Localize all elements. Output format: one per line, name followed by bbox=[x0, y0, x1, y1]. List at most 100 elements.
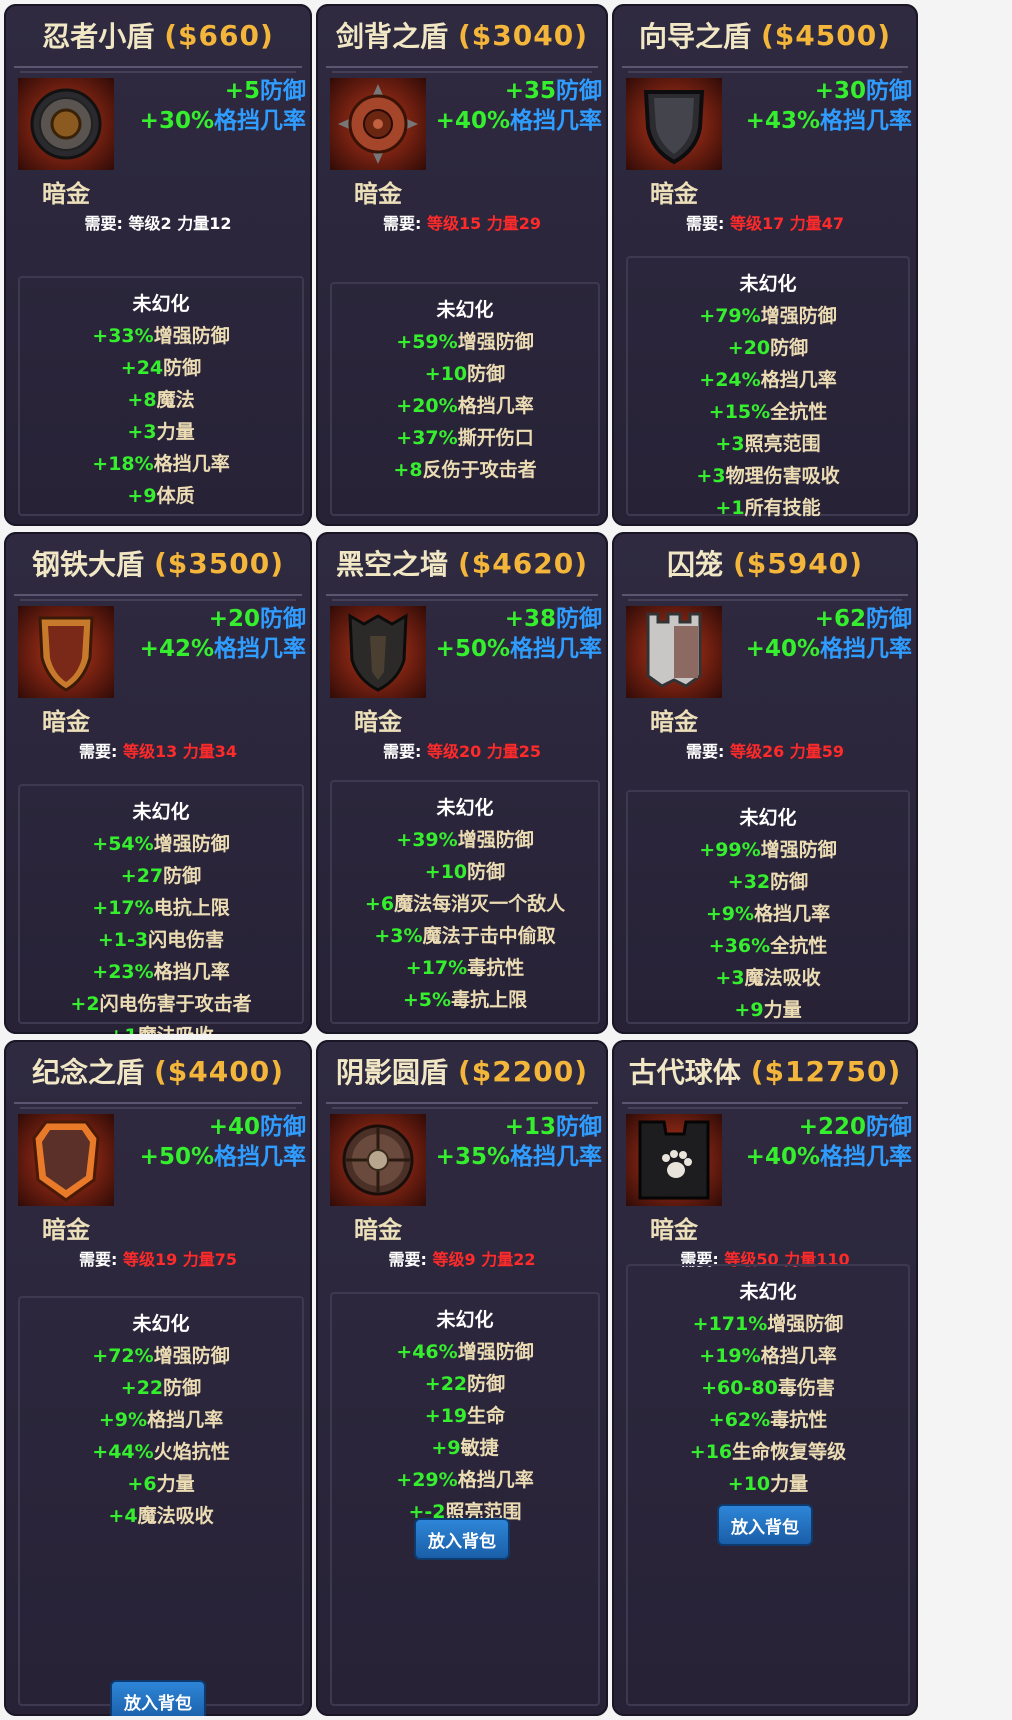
affix-header: 未幻化 bbox=[739, 1281, 797, 1303]
main-stats: +40防御 +50%格挡几率 bbox=[140, 1112, 306, 1172]
spiked-round-shield-icon[interactable] bbox=[330, 78, 426, 170]
red-kite-shield-icon[interactable] bbox=[18, 606, 114, 698]
item-price: ($2200) bbox=[458, 1054, 589, 1088]
affix-line: +59%增强防御 bbox=[332, 326, 598, 358]
requirement-value: 等级15 力量29 bbox=[426, 214, 542, 233]
main-stats: +62防御 +40%格挡几率 bbox=[746, 604, 912, 664]
black-tower-shield-icon[interactable] bbox=[330, 606, 426, 698]
affix-line: +99%增强防御 bbox=[628, 834, 908, 866]
affix-label: 格挡几率 bbox=[457, 395, 534, 417]
affix-label: 防御 bbox=[163, 357, 202, 379]
main-stat-value: +35 bbox=[504, 78, 556, 104]
affix-line: +10防御 bbox=[332, 358, 598, 390]
affix-line: +9体质 bbox=[20, 480, 302, 512]
affix-line: +18%格挡几率 bbox=[20, 448, 302, 480]
affix-header: 未幻化 bbox=[739, 807, 797, 829]
affix-label: 生命 bbox=[467, 1405, 506, 1427]
wooden-round-shield-icon[interactable] bbox=[330, 1114, 426, 1206]
dark-heater-shield-icon[interactable] bbox=[626, 78, 722, 170]
affix-value: +20 bbox=[727, 337, 771, 359]
main-stat-label: 防御 bbox=[866, 1114, 912, 1140]
affix-label: 全抗性 bbox=[770, 401, 828, 423]
requirement-value: 等级20 力量25 bbox=[426, 742, 542, 761]
put-in-bag-button[interactable]: 放入背包 bbox=[717, 1504, 813, 1546]
affix-label: 防御 bbox=[770, 337, 809, 359]
main-stat-line: +40%格挡几率 bbox=[746, 1142, 912, 1172]
affix-line: +8反伤于攻击者 bbox=[332, 454, 598, 486]
round-iron-shield-icon[interactable] bbox=[18, 78, 114, 170]
main-stats: +20防御 +42%格挡几率 bbox=[140, 604, 306, 664]
affix-panel: 未幻化 +171%增强防御 +19%格挡几率 +60-80毒伤害 +62%毒抗性 +16生… bbox=[626, 1264, 910, 1706]
affix-value: +39% bbox=[396, 829, 458, 851]
affix-line: +4魔法吸收 bbox=[20, 1500, 302, 1532]
item-card: 囚笼 ($5940) 暗金 +62防御 +40%格挡几率 需要: 等级26 力量59 未幻化… bbox=[612, 532, 918, 1034]
affix-line: +54%增强防御 bbox=[20, 828, 302, 860]
main-stat-line: +35%格挡几率 bbox=[436, 1142, 602, 1172]
affix-label: 生命恢复等级 bbox=[732, 1441, 847, 1463]
requirement-line: 需要: 等级20 力量25 bbox=[316, 738, 608, 762]
affix-panel: 未幻化 +54%增强防御 +27防御 +17%电抗上限 +1-3闪电伤害 +23%格挡几率… bbox=[18, 784, 304, 1034]
main-stat-label: 防御 bbox=[866, 606, 912, 632]
affix-line: +8魔法 bbox=[20, 384, 302, 416]
affix-value: +10 bbox=[424, 363, 468, 385]
requirement-label: 需要: bbox=[388, 1250, 427, 1269]
affix-value: +22 bbox=[120, 1377, 164, 1399]
affix-line: +33%增强防御 bbox=[20, 320, 302, 352]
affix-line: +36%全抗性 bbox=[628, 930, 908, 962]
main-stat-value: +62 bbox=[814, 606, 866, 632]
affix-value: +72% bbox=[92, 1345, 154, 1367]
main-stats: +13防御 +35%格挡几率 bbox=[436, 1112, 602, 1172]
requirement-line: 需要: 等级26 力量59 bbox=[612, 738, 918, 762]
main-stat-label: 格挡几率 bbox=[214, 636, 306, 662]
affix-value: +23% bbox=[92, 961, 154, 983]
main-stat-line: +42%格挡几率 bbox=[140, 634, 306, 664]
requirement-line: 需要: 等级2 力量12 bbox=[4, 210, 312, 234]
main-stats: +30防御 +43%格挡几率 bbox=[746, 76, 912, 136]
affix-panel: 未幻化 +46%增强防御 +22防御 +19生命 +9敏捷 +29%格挡几率 +-2照亮范围 bbox=[330, 1292, 600, 1706]
affix-line: +3%魔法于击中偷取 bbox=[332, 920, 598, 952]
requirement-label: 需要: bbox=[382, 742, 422, 761]
affix-label: 敏捷 bbox=[460, 1437, 499, 1459]
main-stat-label: 防御 bbox=[866, 78, 912, 104]
paw-emblem-shield-icon[interactable] bbox=[626, 1114, 722, 1206]
main-stat-line: +13防御 bbox=[436, 1112, 602, 1142]
affix-value: +59% bbox=[396, 331, 458, 353]
affix-line: +10防御 bbox=[332, 856, 598, 888]
item-name: 囚笼 bbox=[666, 548, 723, 581]
item-card: 钢铁大盾 ($3500) 暗金 +20防御 +42%格挡几率 需要: 等级13 力量34 未… bbox=[4, 532, 312, 1034]
affix-line: +19生命 bbox=[332, 1400, 598, 1432]
affix-label: 闪电伤害于攻击者 bbox=[99, 993, 252, 1015]
affix-value: +54% bbox=[92, 833, 154, 855]
affix-line: +46%增强防御 bbox=[332, 1336, 598, 1368]
orange-trimmed-shield-icon[interactable] bbox=[18, 1114, 114, 1206]
affix-line: +22防御 bbox=[332, 1368, 598, 1400]
castle-shield-icon[interactable] bbox=[626, 606, 722, 698]
item-name: 阴影圆盾 bbox=[335, 1056, 448, 1089]
affix-panel: 未幻化 +59%增强防御 +10防御 +20%格挡几率 +37%撕开伤口 +8反伤于攻击者 bbox=[330, 282, 600, 516]
affix-header: 未幻化 bbox=[436, 299, 494, 321]
affix-label: 魔法吸收 bbox=[137, 1505, 214, 1527]
affix-line: +9%格挡几率 bbox=[628, 898, 908, 930]
main-stat-label: 格挡几率 bbox=[510, 108, 602, 134]
requirement-value: 等级17 力量47 bbox=[729, 214, 845, 233]
affix-line: +1所有技能 bbox=[628, 492, 908, 524]
item-card: 黑空之墙 ($4620) 暗金 +38防御 +50%格挡几率 需要: 等级20 力量25 未… bbox=[316, 532, 608, 1034]
affix-label: 闪电伤害 bbox=[148, 929, 225, 951]
put-in-bag-button[interactable]: 放入背包 bbox=[110, 1680, 206, 1716]
affix-header: 未幻化 bbox=[132, 1313, 190, 1335]
requirement-line: 需要: 等级13 力量34 bbox=[4, 738, 312, 762]
affix-label: 增强防御 bbox=[153, 1345, 230, 1367]
affix-label: 全抗性 bbox=[770, 935, 828, 957]
affix-value: +10 bbox=[424, 861, 468, 883]
affix-line: +2闪电伤害于攻击者 bbox=[20, 988, 302, 1020]
requirement-line: 需要: 等级17 力量47 bbox=[612, 210, 918, 234]
item-quality: 暗金 bbox=[42, 180, 90, 208]
affix-value: +6 bbox=[364, 893, 395, 915]
requirement-value: 等级13 力量34 bbox=[122, 742, 238, 761]
affix-line: +6魔法每消灭一个敌人 bbox=[332, 888, 598, 920]
affix-line: +6力量 bbox=[20, 1468, 302, 1500]
main-stat-line: +43%格挡几率 bbox=[746, 106, 912, 136]
main-stat-label: 防御 bbox=[556, 1114, 602, 1140]
affix-panel: 未幻化 +79%增强防御 +20防御 +24%格挡几率 +15%全抗性 +3照亮范围 +3物… bbox=[626, 256, 910, 519]
put-in-bag-button[interactable]: 放入背包 bbox=[414, 1518, 510, 1560]
